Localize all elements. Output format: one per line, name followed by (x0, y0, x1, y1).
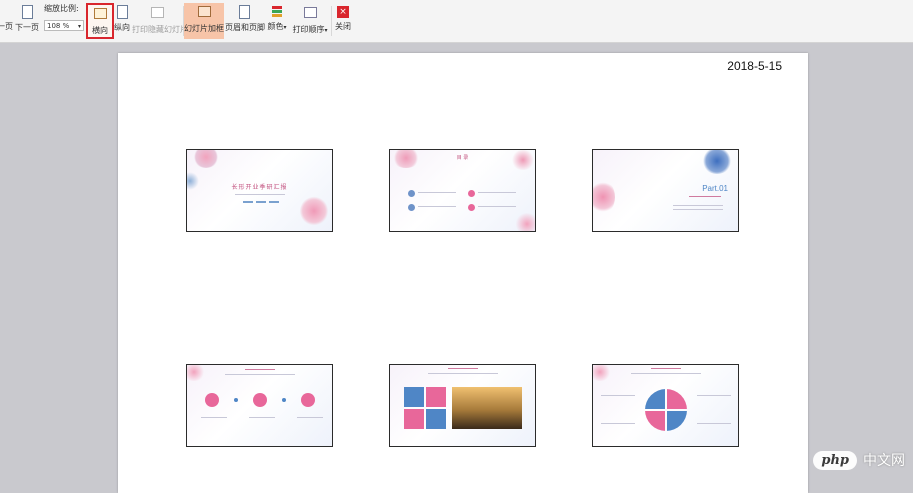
prev-page-button[interactable]: 一页 (0, 4, 13, 38)
zoom-select[interactable]: 108 % ▾ (44, 20, 84, 31)
slide-title: 目 录 (456, 155, 469, 161)
slide-thumbnail[interactable]: 目 录 (389, 149, 536, 232)
slide-text-line (601, 395, 635, 396)
slide-text-line (269, 201, 279, 203)
slide-text-line (201, 417, 227, 418)
circle-icon (205, 393, 219, 407)
portrait-button[interactable]: 纵向 (114, 4, 130, 38)
list-dot (408, 204, 415, 211)
zoom-group: 缩放比例: 108 % ▾ (44, 4, 86, 38)
slide-text-line (631, 373, 701, 374)
slide-text-line (418, 206, 456, 207)
video-tile (426, 409, 446, 429)
slide-text-line (235, 194, 285, 195)
frame-slides-button[interactable]: 幻灯片加框 (184, 3, 224, 39)
chevron-down-icon: ▾ (283, 24, 287, 31)
circle-icon (301, 393, 315, 407)
print-hidden-slides-button[interactable]: 打印隐藏幻灯片 (132, 4, 188, 38)
landscape-button[interactable]: 横向 (86, 3, 114, 39)
chevron-down-icon: ▾ (77, 23, 81, 30)
frame-icon (197, 6, 211, 22)
list-dot (468, 204, 475, 211)
print-hidden-slides-label: 打印隐藏幻灯片 (132, 25, 188, 34)
palette-icon (270, 4, 284, 20)
flower-decoration (702, 150, 732, 174)
flower-decoration (300, 196, 328, 226)
portrait-label: 纵向 (114, 23, 130, 32)
headphones-tile (404, 409, 424, 429)
zoom-label: 缩放比例: (44, 4, 79, 13)
clock-tile (426, 387, 446, 407)
print-preview-toolbar: 一页 下一页 缩放比例: 108 % ▾ 横向 纵向 打印隐藏幻灯片 幻灯片加框… (0, 0, 913, 43)
slide-thumbnail[interactable] (592, 364, 739, 447)
slide-text-line (249, 417, 275, 418)
slide-text-line (297, 417, 323, 418)
header-footer-label: 页眉和页脚 (225, 23, 265, 32)
color-dropdown-button[interactable]: 颜色▾ (265, 4, 289, 38)
prev-page-icon (0, 4, 11, 20)
slide-text-line (601, 423, 635, 424)
landscape-label: 横向 (92, 26, 108, 35)
next-page-button[interactable]: 下一页 (14, 4, 40, 38)
flower-decoration (515, 213, 535, 231)
flower-decoration (593, 180, 615, 214)
watermark-text: 中文网 (863, 453, 905, 469)
close-label: 关闭 (335, 22, 351, 31)
slide-text-line (478, 192, 516, 193)
zoom-value: 108 % (47, 22, 70, 30)
slide-thumbnail[interactable] (389, 364, 536, 447)
slide-text-line (689, 196, 721, 197)
slide-text-line (256, 201, 266, 203)
print-order-label: 打印顺序 (292, 25, 325, 34)
slide-text-line (418, 192, 456, 193)
slide-title: 长形开业季研汇报 (231, 184, 288, 191)
close-icon: × (336, 4, 350, 20)
slide-text-line (245, 369, 275, 370)
photo-image (452, 387, 522, 429)
header-footer-button[interactable]: 页眉和页脚 (225, 4, 265, 38)
dot (282, 398, 286, 402)
prev-page-label: 一页 (0, 22, 13, 31)
slide-thumbnail[interactable]: 长形开业季研汇报 (186, 149, 333, 232)
watermark-logo: php (813, 450, 857, 470)
dot (234, 398, 238, 402)
slide-text-line (673, 205, 723, 206)
circle-icon (253, 393, 267, 407)
slide-text-line (225, 374, 295, 375)
list-dot (408, 190, 415, 197)
flower-decoration (193, 150, 219, 168)
printer-icon (150, 7, 164, 23)
site-watermark: php 中文网 (813, 450, 905, 470)
page-date: 2018-5-15 (727, 59, 782, 73)
slide-title: Part.01 (702, 184, 728, 193)
camera-tile (404, 387, 424, 407)
slide-text-line (243, 201, 253, 203)
slide-thumbnail[interactable]: Part.01 (592, 149, 739, 232)
slide-text-line (673, 209, 723, 210)
slide-thumbnail[interactable] (186, 364, 333, 447)
slide-text-line (697, 423, 731, 424)
slide-text-line (697, 395, 731, 396)
print-preview-page: 2018-5-15 长形开业季研汇报 目 录 Part.01 (118, 53, 808, 493)
portrait-icon (115, 5, 129, 21)
slide-text-line (651, 368, 681, 369)
next-page-label: 下一页 (15, 23, 39, 32)
toolbar-divider (331, 6, 332, 36)
chevron-down-icon: ▾ (324, 27, 328, 34)
slide-text-line (448, 368, 478, 369)
frame-slides-label: 幻灯片加框 (184, 24, 224, 33)
header-footer-icon (237, 5, 251, 21)
flower-decoration (187, 365, 205, 381)
list-dot (468, 190, 475, 197)
flower-decoration (593, 365, 611, 381)
pie-graphic (645, 389, 687, 431)
print-order-icon (303, 7, 317, 23)
next-page-icon (20, 5, 34, 21)
slide-text-line (428, 373, 498, 374)
slide-text-line (478, 206, 516, 207)
close-button[interactable]: × 关闭 (334, 4, 352, 38)
landscape-icon (93, 8, 107, 24)
print-order-button[interactable]: 打印顺序▾ (291, 4, 329, 38)
color-label: 颜色 (267, 22, 284, 31)
